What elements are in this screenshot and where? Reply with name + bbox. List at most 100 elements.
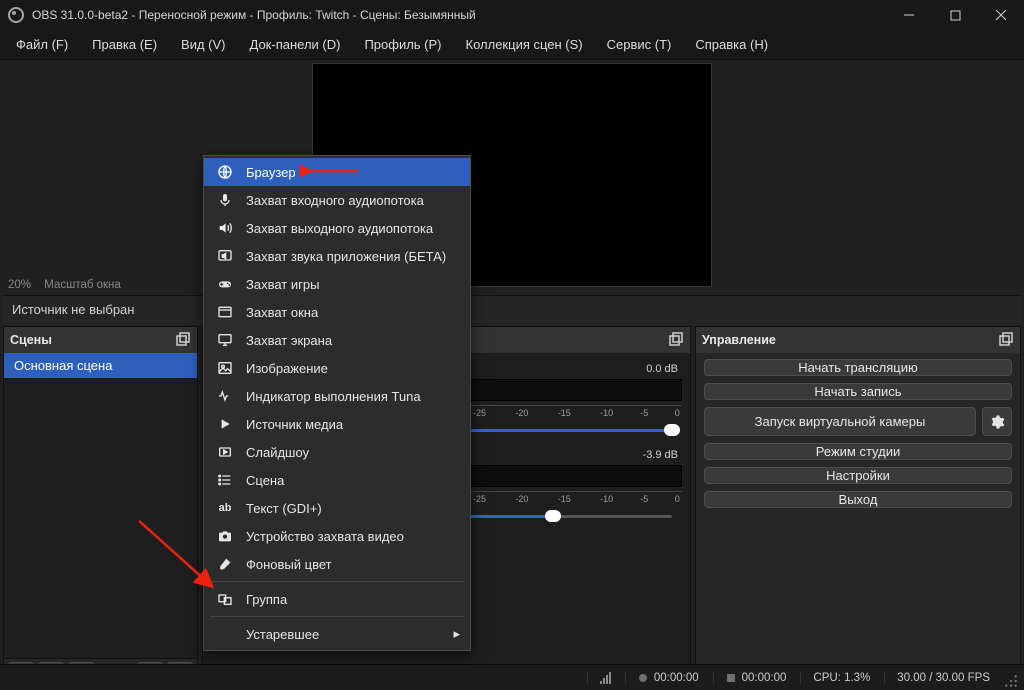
app-audio-icon bbox=[216, 247, 234, 265]
menu-item-label: Изображение bbox=[246, 361, 328, 376]
source-option-gamepad[interactable]: Захват игры bbox=[204, 270, 470, 298]
zoom-label: Масштаб окна bbox=[44, 279, 121, 291]
mic-icon bbox=[216, 191, 234, 209]
fps-status: 30.00 / 30.00 FPS bbox=[884, 672, 990, 684]
menu-item-label: Захват окна bbox=[246, 305, 318, 320]
source-option-image[interactable]: Изображение bbox=[204, 354, 470, 382]
source-option-slides[interactable]: Слайдшоу bbox=[204, 438, 470, 466]
gain-readout: 0.0 dB bbox=[646, 363, 678, 375]
source-option-monitor[interactable]: Захват экрана bbox=[204, 326, 470, 354]
submenu-arrow-icon: ▸ bbox=[453, 626, 460, 642]
controls-dock: Управление Начать трансляцию Начать запи… bbox=[695, 326, 1021, 687]
add-source-context-menu: Браузер Захват входного аудиопотока Захват… bbox=[203, 155, 471, 651]
source-option-text[interactable]: ab Текст (GDI+) bbox=[204, 494, 470, 522]
resize-grip-icon[interactable] bbox=[1004, 674, 1018, 688]
menu-separator bbox=[210, 581, 464, 582]
preview-scale-label: 20% Масштаб окна bbox=[8, 279, 121, 291]
source-option-brush[interactable]: Фоновый цвет bbox=[204, 550, 470, 578]
menu-item-label: Индикатор выполнения Tuna bbox=[246, 389, 421, 404]
speaker-icon bbox=[216, 219, 234, 237]
source-option-globe[interactable]: Браузер bbox=[204, 158, 470, 186]
dock-row: Сцены Основная сцена звука bbox=[0, 326, 1024, 690]
menu-docks[interactable]: Док-панели (D) bbox=[238, 31, 353, 58]
menu-item-label: Слайдшоу bbox=[246, 445, 309, 460]
menu-item-label: Фоновый цвет bbox=[246, 557, 332, 572]
menu-item-label: Захват выходного аудиопотока bbox=[246, 221, 433, 236]
exit-button[interactable]: Выход bbox=[704, 491, 1012, 508]
zoom-value: 20% bbox=[8, 279, 31, 291]
scenes-header[interactable]: Сцены bbox=[4, 327, 197, 353]
camera-icon bbox=[216, 527, 234, 545]
source-option-mic[interactable]: Захват входного аудиопотока bbox=[204, 186, 470, 214]
controls-header[interactable]: Управление bbox=[696, 327, 1020, 353]
source-option-app-audio[interactable]: Захват звука приложения (БЕТА) bbox=[204, 242, 470, 270]
menu-item-label: Устаревшее bbox=[246, 627, 319, 642]
controls-body: Начать трансляцию Начать запись Запуск в… bbox=[696, 353, 1020, 514]
popout-icon[interactable] bbox=[668, 332, 684, 348]
stream-icon bbox=[726, 673, 736, 683]
menu-scenecol[interactable]: Коллекция сцен (S) bbox=[454, 31, 595, 58]
menu-file[interactable]: Файл (F) bbox=[4, 31, 80, 58]
brush-icon bbox=[216, 555, 234, 573]
slides-icon bbox=[216, 443, 234, 461]
studio-mode-button[interactable]: Режим студии bbox=[704, 443, 1012, 460]
network-indicator bbox=[587, 672, 611, 684]
source-option-deprecated[interactable]: Устаревшее ▸ bbox=[204, 620, 470, 648]
window-title: OBS 31.0.0-beta2 - Переносной режим - Пр… bbox=[32, 8, 476, 22]
settings-button[interactable]: Настройки bbox=[704, 467, 1012, 484]
source-option-list[interactable]: Сцена bbox=[204, 466, 470, 494]
record-dot-icon bbox=[638, 673, 648, 683]
menu-item-label: Текст (GDI+) bbox=[246, 501, 322, 516]
menu-item-label: Захват звука приложения (БЕТА) bbox=[246, 249, 446, 264]
start-record-button[interactable]: Начать запись bbox=[704, 383, 1012, 400]
menu-separator bbox=[210, 616, 464, 617]
start-stream-button[interactable]: Начать трансляцию bbox=[704, 359, 1012, 376]
monitor-icon bbox=[216, 331, 234, 349]
source-option-window[interactable]: Захват окна bbox=[204, 298, 470, 326]
source-status-bar: Источник не выбран bbox=[2, 295, 1022, 325]
globe-icon bbox=[216, 163, 234, 181]
menu-item-label: Сцена bbox=[246, 473, 284, 488]
preview-panel[interactable]: 20% Масштаб окна bbox=[0, 60, 1024, 293]
wave-icon bbox=[216, 387, 234, 405]
menu-item-label: Источник медиа bbox=[246, 417, 343, 432]
source-option-camera[interactable]: Устройство захвата видео bbox=[204, 522, 470, 550]
image-icon bbox=[216, 359, 234, 377]
menu-edit[interactable]: Правка (E) bbox=[80, 31, 169, 58]
menu-item-label: Захват экрана bbox=[246, 333, 332, 348]
close-button[interactable] bbox=[978, 0, 1024, 30]
status-bar: 00:00:00 00:00:00 CPU: 1.3% 30.00 / 30.0… bbox=[0, 664, 1024, 690]
menu-view[interactable]: Вид (V) bbox=[169, 31, 237, 58]
window-icon bbox=[216, 303, 234, 321]
controls-title: Управление bbox=[702, 333, 776, 347]
start-virtualcam-button[interactable]: Запуск виртуальной камеры bbox=[704, 407, 976, 436]
stream-status: 00:00:00 bbox=[713, 672, 787, 684]
title-bar: OBS 31.0.0-beta2 - Переносной режим - Пр… bbox=[0, 0, 1024, 30]
gain-readout: -3.9 dB bbox=[643, 449, 678, 461]
source-option-wave[interactable]: Индикатор выполнения Tuna bbox=[204, 382, 470, 410]
menu-item-label: Захват игры bbox=[246, 277, 319, 292]
menu-help[interactable]: Справка (H) bbox=[683, 31, 780, 58]
virtualcam-settings-button[interactable] bbox=[982, 407, 1012, 436]
text-icon: ab bbox=[216, 499, 234, 517]
scenes-title: Сцены bbox=[10, 333, 52, 347]
popout-icon[interactable] bbox=[998, 332, 1014, 348]
gear-icon bbox=[989, 414, 1005, 430]
menu-item-label: Захват входного аудиопотока bbox=[246, 193, 424, 208]
menu-item-label: Браузер bbox=[246, 165, 296, 180]
menu-tools[interactable]: Сервис (T) bbox=[595, 31, 684, 58]
obs-logo-icon bbox=[8, 7, 24, 23]
maximize-button[interactable] bbox=[932, 0, 978, 30]
scenes-body: Основная сцена bbox=[4, 353, 197, 658]
source-option-play[interactable]: Источник медиа bbox=[204, 410, 470, 438]
minimize-button[interactable] bbox=[886, 0, 932, 30]
scene-item-main[interactable]: Основная сцена bbox=[4, 353, 197, 378]
menu-profile[interactable]: Профиль (P) bbox=[352, 31, 453, 58]
menu-bar: Файл (F) Правка (E) Вид (V) Док-панели (… bbox=[0, 30, 1024, 60]
source-option-speaker[interactable]: Захват выходного аудиопотока bbox=[204, 214, 470, 242]
popout-icon[interactable] bbox=[175, 332, 191, 348]
gamepad-icon bbox=[216, 275, 234, 293]
source-option-group[interactable]: Группа bbox=[204, 585, 470, 613]
workspace: 20% Масштаб окна Источник не выбран Сцен… bbox=[0, 60, 1024, 690]
menu-item-label: Устройство захвата видео bbox=[246, 529, 404, 544]
